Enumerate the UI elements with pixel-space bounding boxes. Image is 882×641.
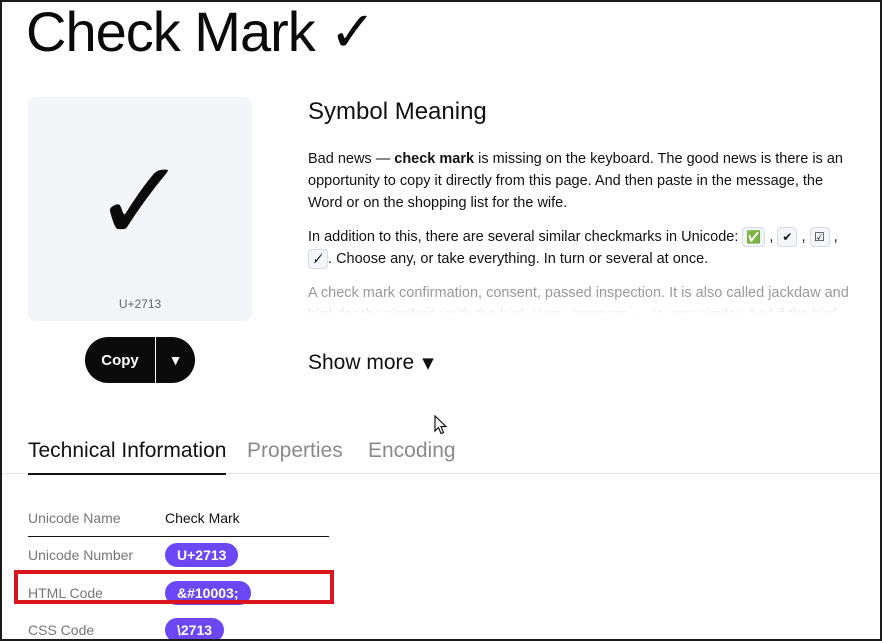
unicode-number-pill[interactable]: U+2713 (165, 543, 239, 567)
symbol-codepoint: U+2713 (118, 297, 162, 311)
similar-symbol-chip[interactable]: ✓̸ (308, 249, 328, 270)
table-row: Unicode Name Check Mark (28, 500, 329, 537)
p2-text-end: Choose any, or take everything. In turn … (336, 251, 709, 267)
html-code-highlight-box (14, 570, 334, 604)
p2-end-mark: . (328, 251, 333, 267)
chip-separator: , (801, 229, 806, 245)
chip-separator: , (769, 229, 774, 245)
info-tabs: Technical Information Properties Encodin… (2, 434, 880, 475)
row-label: Unicode Number (28, 547, 134, 563)
check-mark-glyph: ✓ (93, 137, 187, 267)
chip-separator: , (833, 229, 838, 245)
similar-symbol-chip[interactable]: ✔ (777, 227, 798, 248)
meaning-paragraph-3-faded: A check mark confirmation, consent, pass… (308, 282, 856, 314)
browser-viewport: Check Mark ✓ ✓ U+2713 Copy ▼ Symbol Mean… (0, 0, 882, 641)
symbol-meaning-text: Bad news — check mark is missing on the … (308, 148, 856, 326)
meaning-paragraph-2: In addition to this, there are several s… (308, 226, 856, 270)
css-code-pill[interactable]: \2713 (165, 617, 225, 639)
tab-properties[interactable]: Properties (247, 439, 343, 473)
tab-encoding[interactable]: Encoding (368, 439, 456, 473)
show-more-label: Show more (308, 351, 415, 374)
row-label: CSS Code (28, 621, 95, 638)
copy-button[interactable]: Copy (85, 337, 155, 383)
row-label: Unicode Name (28, 510, 121, 526)
triangle-down-icon: ▼ (168, 352, 183, 368)
mouse-pointer-icon (434, 415, 448, 435)
symbol-preview-card: ✓ U+2713 (28, 97, 252, 321)
table-row: CSS Code \2713 (28, 611, 329, 639)
p2-text-start: In addition to this, there are several s… (308, 229, 743, 245)
unicode-name-value: Check Mark (165, 510, 240, 526)
p1-bold-term: check mark (394, 151, 475, 167)
similar-symbol-chip[interactable]: ✅ (742, 227, 766, 248)
similar-symbol-chip[interactable]: ☑ (809, 227, 830, 248)
page-title: Check Mark ✓ (26, 0, 376, 63)
show-more-button[interactable]: Show more ▼ (308, 351, 434, 375)
triangle-down-icon: ▼ (422, 354, 434, 372)
copy-options-dropdown[interactable]: ▼ (156, 337, 195, 383)
copy-button-group: Copy ▼ (85, 337, 195, 383)
p1-text-start: Bad news — (308, 151, 395, 167)
meaning-paragraph-1: Bad news — check mark is missing on the … (308, 148, 856, 214)
symbol-meaning-heading: Symbol Meaning (308, 98, 487, 125)
table-row: Unicode Number U+2713 (28, 537, 329, 574)
tab-technical-information[interactable]: Technical Information (28, 439, 227, 475)
